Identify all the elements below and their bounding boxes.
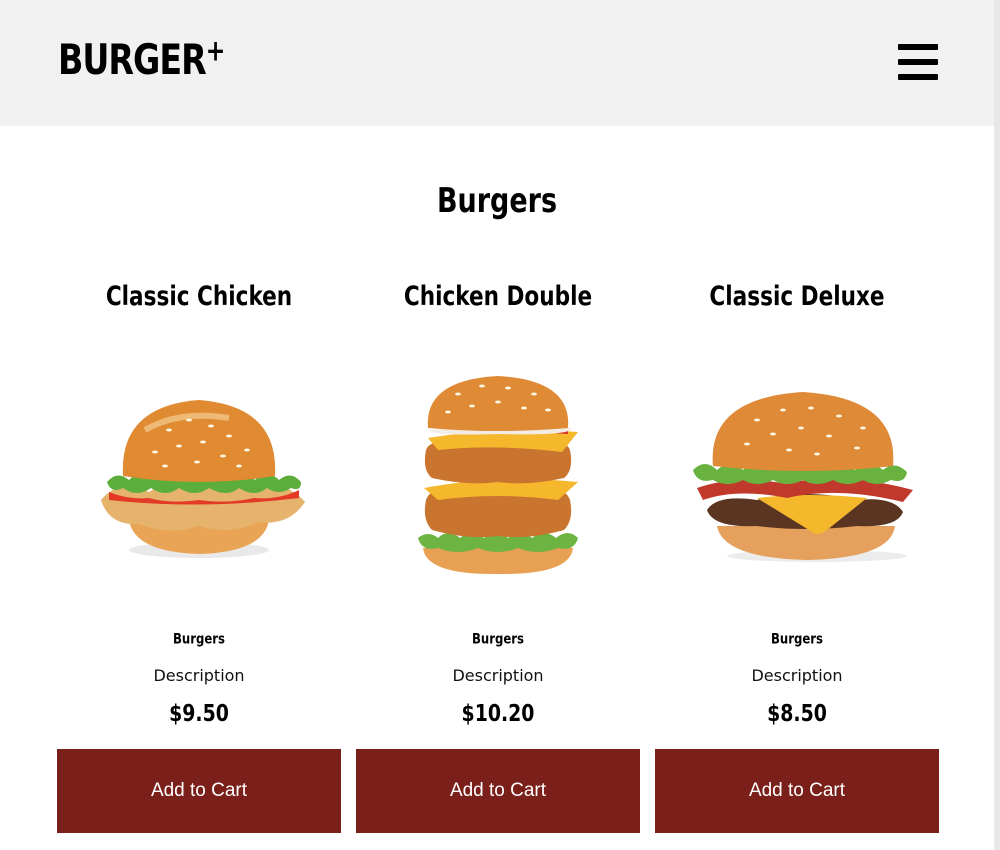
product-price: $10.20	[461, 699, 535, 727]
add-to-cart-button[interactable]: Add to Cart	[356, 749, 640, 833]
menu-bar-middle	[898, 59, 938, 65]
brand-logo[interactable]: BURGER+	[58, 34, 226, 84]
menu-bar-bottom	[898, 74, 938, 80]
product-category: Burgers	[172, 631, 226, 648]
hamburger-menu-icon[interactable]	[898, 44, 938, 80]
product-description: Description	[751, 666, 843, 685]
site-header: BURGER+	[0, 0, 994, 126]
product-price: $8.50	[767, 699, 827, 727]
product-card: Chicken Double Burgers Description $10.2…	[356, 270, 640, 833]
product-name: Classic Chicken	[105, 280, 293, 312]
product-description: Description	[452, 666, 544, 685]
deluxe-burger-image	[693, 392, 913, 562]
product-category: Burgers	[770, 631, 824, 648]
menu-bar-top	[898, 44, 938, 50]
page-scrollbar[interactable]	[994, 0, 1000, 850]
product-description: Description	[153, 666, 245, 685]
brand-logo-text: BURGER	[58, 35, 207, 84]
section-title: Burgers	[436, 181, 558, 222]
product-card: Classic Chicken Burgers Description $9.5…	[57, 270, 341, 833]
brand-logo-plus: +	[205, 34, 226, 69]
product-name: Classic Deluxe	[709, 280, 885, 312]
double-chicken-burger-image	[418, 376, 578, 575]
product-name: Chicken Double	[403, 280, 593, 312]
chicken-burger-image	[101, 400, 305, 558]
add-to-cart-button[interactable]: Add to Cart	[57, 749, 341, 833]
product-category: Burgers	[471, 631, 525, 648]
add-to-cart-button[interactable]: Add to Cart	[655, 749, 939, 833]
product-price: $9.50	[169, 699, 229, 727]
product-card: Classic Deluxe Burgers Description $8.50…	[655, 270, 939, 833]
